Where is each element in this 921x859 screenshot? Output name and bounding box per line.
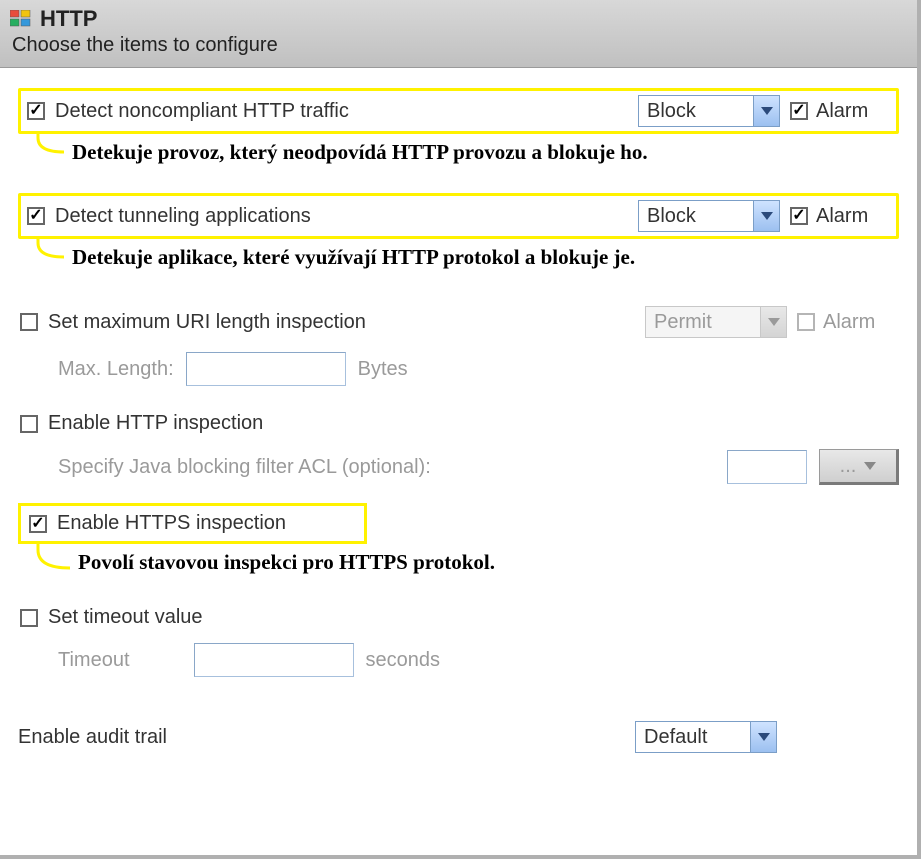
http-inspect-acl-input	[727, 450, 807, 484]
https-inspect-label: Enable HTTPS inspection	[57, 512, 286, 535]
uri-action-value: Permit	[646, 307, 760, 337]
noncompliant-action-value: Block	[639, 96, 753, 126]
chevron-down-icon	[864, 462, 876, 470]
option-tunneling-row: Detect tunneling applications Block Alar…	[18, 193, 899, 239]
chevron-down-icon	[761, 212, 773, 220]
callout-connector-icon	[34, 544, 74, 580]
tunneling-checkbox[interactable]	[27, 207, 45, 225]
chevron-down-icon	[768, 318, 780, 326]
alarm-label: Alarm	[823, 311, 875, 334]
tunneling-alarm-checkbox[interactable]	[790, 207, 808, 225]
timeout-value-row: Timeout seconds	[18, 643, 899, 677]
timeout-label: Set timeout value	[48, 606, 203, 629]
audit-label: Enable audit trail	[18, 726, 167, 749]
timeout-checkbox[interactable]	[20, 609, 38, 627]
option-timeout-row: Set timeout value	[18, 598, 899, 637]
tunneling-action-select[interactable]: Block	[638, 200, 780, 232]
chevron-down-icon	[758, 733, 770, 741]
panel-content: Detect noncompliant HTTP traffic Block A…	[0, 68, 917, 771]
timeout-input	[194, 643, 354, 677]
uri-maxlen-label: Max. Length:	[58, 358, 174, 381]
http-inspect-acl-row: Specify Java blocking filter ACL (option…	[18, 449, 899, 485]
option-noncompliant-row: Detect noncompliant HTTP traffic Block A…	[18, 88, 899, 134]
https-inspect-checkbox[interactable]	[29, 515, 47, 533]
uri-checkbox[interactable]	[20, 313, 38, 331]
uri-label: Set maximum URI length inspection	[48, 311, 366, 334]
noncompliant-callout: Detekuje provoz, který neodpovídá HTTP p…	[34, 134, 899, 165]
http-inspect-acl-label: Specify Java blocking filter ACL (option…	[58, 456, 431, 479]
dropdown-button-icon	[753, 96, 779, 126]
https-inspect-callout: Povolí stavovou inspekci pro HTTPS proto…	[34, 544, 899, 580]
uri-maxlen-row: Max. Length: Bytes	[18, 352, 899, 386]
option-uri-row: Set maximum URI length inspection Permit…	[18, 298, 899, 346]
noncompliant-alarm-checkbox[interactable]	[790, 102, 808, 120]
uri-action-select: Permit	[645, 306, 787, 338]
dropdown-button-icon	[753, 201, 779, 231]
noncompliant-label: Detect noncompliant HTTP traffic	[55, 100, 349, 123]
uri-alarm-checkbox	[797, 313, 815, 331]
http-inspect-checkbox[interactable]	[20, 415, 38, 433]
noncompliant-checkbox[interactable]	[27, 102, 45, 120]
bytes-label: Bytes	[358, 358, 408, 381]
dropdown-button-icon	[760, 307, 786, 337]
http-inspect-label: Enable HTTP inspection	[48, 412, 263, 435]
callout-connector-icon	[34, 134, 68, 164]
timeout-field-label: Timeout	[58, 649, 130, 672]
option-http-inspect-row: Enable HTTP inspection	[18, 404, 899, 443]
noncompliant-callout-text: Detekuje provoz, který neodpovídá HTTP p…	[72, 140, 648, 165]
audit-select[interactable]: Default	[635, 721, 777, 753]
option-audit-row: Enable audit trail Default	[18, 713, 899, 761]
panel-header: HTTP Choose the items to configure	[0, 0, 917, 68]
tunneling-callout-text: Detekuje aplikace, které využívají HTTP …	[72, 245, 635, 270]
callout-connector-icon	[34, 239, 68, 269]
panel-subtitle: Choose the items to configure	[12, 34, 907, 57]
dropdown-button-icon	[750, 722, 776, 752]
chevron-down-icon	[761, 107, 773, 115]
uri-maxlen-input	[186, 352, 346, 386]
tunneling-callout: Detekuje aplikace, které využívají HTTP …	[34, 239, 899, 270]
noncompliant-action-select[interactable]: Block	[638, 95, 780, 127]
option-https-inspect-row: Enable HTTPS inspection	[18, 503, 899, 544]
acl-browse-button: ...	[819, 449, 899, 485]
http-panel-icon	[10, 10, 32, 28]
panel-title: HTTP	[40, 6, 97, 32]
seconds-label: seconds	[366, 649, 441, 672]
tunneling-action-value: Block	[639, 201, 753, 231]
alarm-label: Alarm	[816, 100, 868, 123]
audit-value: Default	[636, 722, 750, 752]
alarm-label: Alarm	[816, 205, 868, 228]
ellipsis-label: ...	[840, 455, 857, 478]
http-config-panel: HTTP Choose the items to configure Detec…	[0, 0, 921, 859]
https-inspect-callout-text: Povolí stavovou inspekci pro HTTPS proto…	[78, 550, 495, 575]
tunneling-label: Detect tunneling applications	[55, 205, 311, 228]
